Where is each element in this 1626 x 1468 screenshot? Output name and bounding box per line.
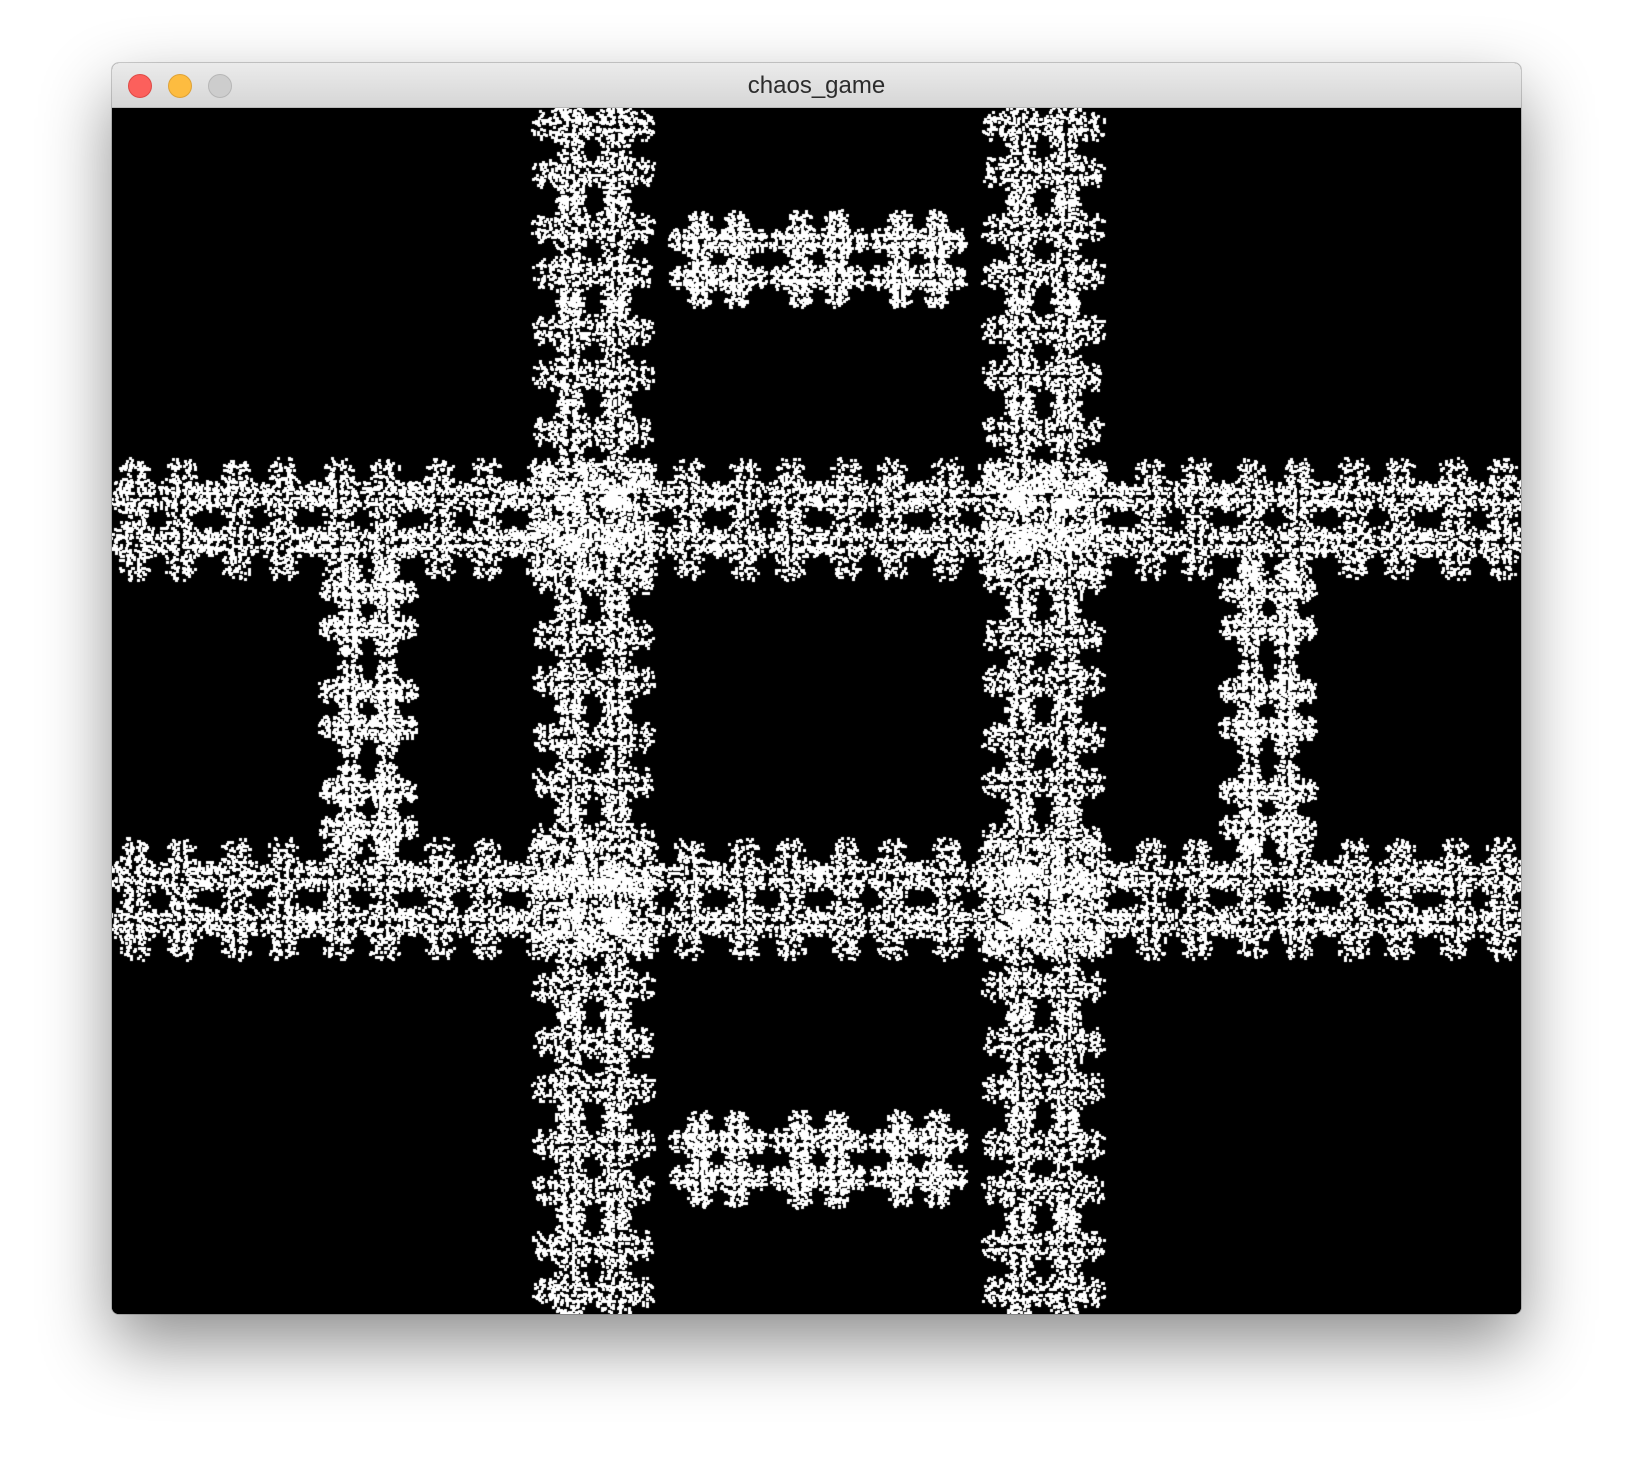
- fractal-canvas-area[interactable]: [112, 108, 1521, 1314]
- fractal-canvas[interactable]: [112, 108, 1521, 1314]
- app-window: chaos_game: [112, 63, 1521, 1314]
- title-bar[interactable]: chaos_game: [112, 63, 1521, 108]
- window-title: chaos_game: [747, 72, 886, 99]
